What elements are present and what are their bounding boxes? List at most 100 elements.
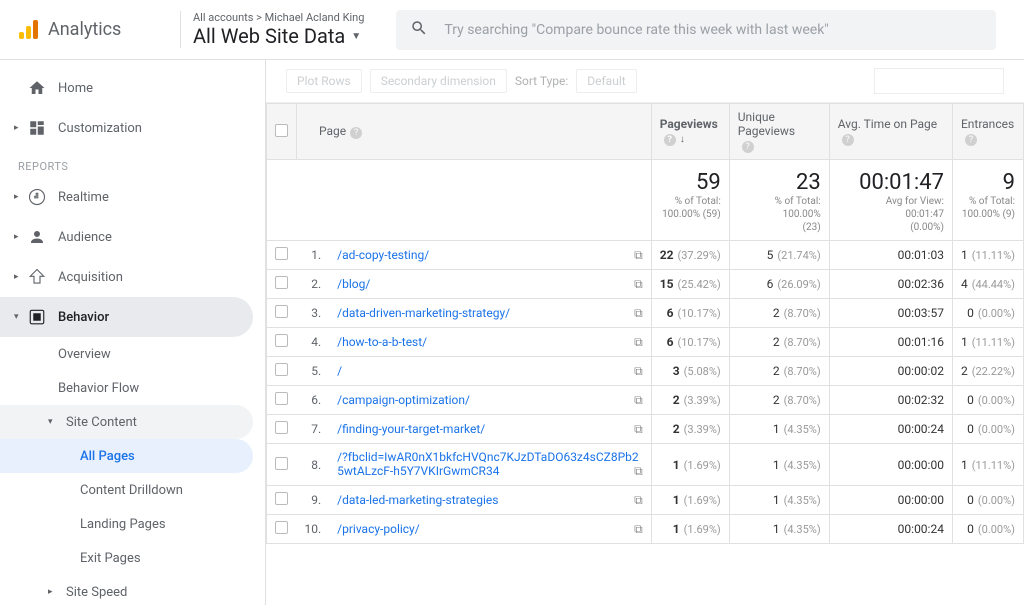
cell-avg-time: 00:00:02: [829, 357, 952, 386]
table-row: 1./ad-copy-testing/⧉22(37.29%)5(21.74%)0…: [267, 241, 1024, 270]
open-external-icon[interactable]: ⧉: [634, 393, 643, 408]
open-external-icon[interactable]: ⧉: [634, 248, 643, 263]
row-checkbox[interactable]: [275, 521, 288, 534]
cell-unique: 5(21.74%): [729, 241, 829, 270]
cell-avg-time: 00:00:24: [829, 515, 952, 544]
help-icon[interactable]: ?: [742, 141, 754, 153]
row-checkbox[interactable]: [275, 457, 288, 470]
cell-pageviews: 3(5.08%): [651, 357, 729, 386]
cell-avg-time: 00:00:24: [829, 415, 952, 444]
page-link[interactable]: /privacy-policy/: [337, 522, 420, 536]
col-page[interactable]: Page?: [297, 104, 652, 160]
col-entrances[interactable]: Entrances?: [952, 104, 1023, 160]
sort-default-button[interactable]: Default: [576, 69, 636, 93]
summary-pageviews: 59 % of Total: 100.00% (59): [651, 160, 729, 241]
col-pageviews[interactable]: Pageviews?↓: [651, 104, 729, 160]
page-link[interactable]: /ad-copy-testing/: [337, 248, 429, 262]
dashboard-icon: [26, 119, 48, 137]
sort-desc-icon: ↓: [680, 134, 685, 145]
help-icon[interactable]: ?: [965, 134, 977, 146]
nav-home[interactable]: Home: [0, 68, 265, 108]
cell-pageviews: 22(37.29%): [651, 241, 729, 270]
cell-pageviews: 2(3.39%): [651, 386, 729, 415]
table-row: 7./finding-your-target-market/⧉2(3.39%)1…: [267, 415, 1024, 444]
cell-avg-time: 00:00:00: [829, 486, 952, 515]
nav-exit-pages[interactable]: Exit Pages: [0, 541, 265, 575]
row-checkbox[interactable]: [275, 276, 288, 289]
account-selector[interactable]: All accounts > Michael Acland King All W…: [180, 11, 376, 48]
open-external-icon[interactable]: ⧉: [634, 464, 643, 479]
plot-rows-button[interactable]: Plot Rows: [286, 69, 362, 93]
page-link[interactable]: /data-led-marketing-strategies: [337, 493, 498, 507]
table-row: 8./?fbclid=IwAR0nX1bkfcHVQnc7KJzDTaDO63z…: [267, 444, 1024, 486]
nav-site-content[interactable]: ▾ Site Content: [0, 405, 253, 439]
reports-label: REPORTS: [0, 148, 265, 177]
row-index: 3.: [297, 299, 330, 328]
secondary-dimension-button[interactable]: Secondary dimension: [370, 69, 507, 93]
nav-customization[interactable]: ▸ Customization: [0, 108, 265, 148]
row-checkbox[interactable]: [275, 363, 288, 376]
nav-overview[interactable]: Overview: [0, 337, 265, 371]
page-link[interactable]: /?fbclid=IwAR0nX1bkfcHVQnc7KJzDTaDO63z4s…: [337, 450, 638, 478]
nav-landing-pages[interactable]: Landing Pages: [0, 507, 265, 541]
nav-acquisition[interactable]: ▸ Acquisition: [0, 257, 265, 297]
row-index: 10.: [297, 515, 330, 544]
nav-site-speed[interactable]: ▸ Site Speed: [0, 575, 265, 605]
cell-entrances: 0(0.00%): [952, 299, 1023, 328]
help-icon[interactable]: ?: [664, 134, 676, 146]
analytics-logo-icon: [16, 18, 40, 42]
view-title-text: All Web Site Data: [193, 24, 345, 48]
row-checkbox[interactable]: [275, 492, 288, 505]
nav-content-drilldown[interactable]: Content Drilldown: [0, 473, 265, 507]
open-external-icon[interactable]: ⧉: [634, 422, 643, 437]
row-checkbox[interactable]: [275, 392, 288, 405]
table-row: 4./how-to-a-b-test/⧉6(10.17%)2(8.70%)00:…: [267, 328, 1024, 357]
row-checkbox[interactable]: [275, 247, 288, 260]
row-checkbox[interactable]: [275, 334, 288, 347]
expand-icon: ▸: [14, 272, 26, 282]
row-checkbox[interactable]: [275, 421, 288, 434]
sidebar: Home ▸ Customization REPORTS ▸ Realtime …: [0, 60, 265, 605]
nav-realtime[interactable]: ▸ Realtime: [0, 177, 265, 217]
search-bar[interactable]: Try searching "Compare bounce rate this …: [396, 10, 996, 50]
nav-behavior[interactable]: ▾ Behavior: [0, 297, 253, 337]
col-avg-time[interactable]: Avg. Time on Page ?: [829, 104, 952, 160]
app-header: Analytics All accounts > Michael Acland …: [0, 0, 1024, 60]
search-icon: [410, 19, 428, 41]
acquisition-icon: [26, 268, 48, 286]
table-search-input[interactable]: [874, 68, 1004, 94]
nav-audience[interactable]: ▸ Audience: [0, 217, 265, 257]
page-link[interactable]: /campaign-optimization/: [337, 393, 470, 407]
row-index: 9.: [297, 486, 330, 515]
page-link[interactable]: /: [337, 364, 342, 378]
open-external-icon[interactable]: ⧉: [634, 335, 643, 350]
col-unique-pageviews[interactable]: Unique Pageviews?: [729, 104, 829, 160]
nav-behavior-flow[interactable]: Behavior Flow: [0, 371, 265, 405]
help-icon[interactable]: ?: [350, 127, 362, 139]
cell-pageviews: 6(10.17%): [651, 328, 729, 357]
page-link[interactable]: /data-driven-marketing-strategy/: [337, 306, 510, 320]
cell-avg-time: 00:02:36: [829, 270, 952, 299]
select-all-header[interactable]: [267, 104, 297, 160]
cell-avg-time: 00:01:03: [829, 241, 952, 270]
expand-icon: ▸: [14, 192, 26, 202]
open-external-icon[interactable]: ⧉: [634, 522, 643, 537]
page-link[interactable]: /how-to-a-b-test/: [337, 335, 427, 349]
page-link[interactable]: /blog/: [337, 277, 370, 291]
nav-all-pages[interactable]: All Pages: [0, 439, 253, 473]
open-external-icon[interactable]: ⧉: [634, 493, 643, 508]
cell-avg-time: 00:03:57: [829, 299, 952, 328]
cell-unique: 1(4.35%): [729, 515, 829, 544]
open-external-icon[interactable]: ⧉: [634, 277, 643, 292]
cell-unique: 2(8.70%): [729, 299, 829, 328]
help-icon[interactable]: ?: [842, 134, 854, 146]
table-row: 9./data-led-marketing-strategies⧉1(1.69%…: [267, 486, 1024, 515]
open-external-icon[interactable]: ⧉: [634, 306, 643, 321]
open-external-icon[interactable]: ⧉: [634, 364, 643, 379]
cell-unique: 2(8.70%): [729, 386, 829, 415]
row-checkbox[interactable]: [275, 305, 288, 318]
page-link[interactable]: /finding-your-target-market/: [337, 422, 485, 436]
cell-pageviews: 1(1.69%): [651, 444, 729, 486]
logo-area: Analytics: [0, 18, 180, 42]
cell-entrances: 0(0.00%): [952, 415, 1023, 444]
